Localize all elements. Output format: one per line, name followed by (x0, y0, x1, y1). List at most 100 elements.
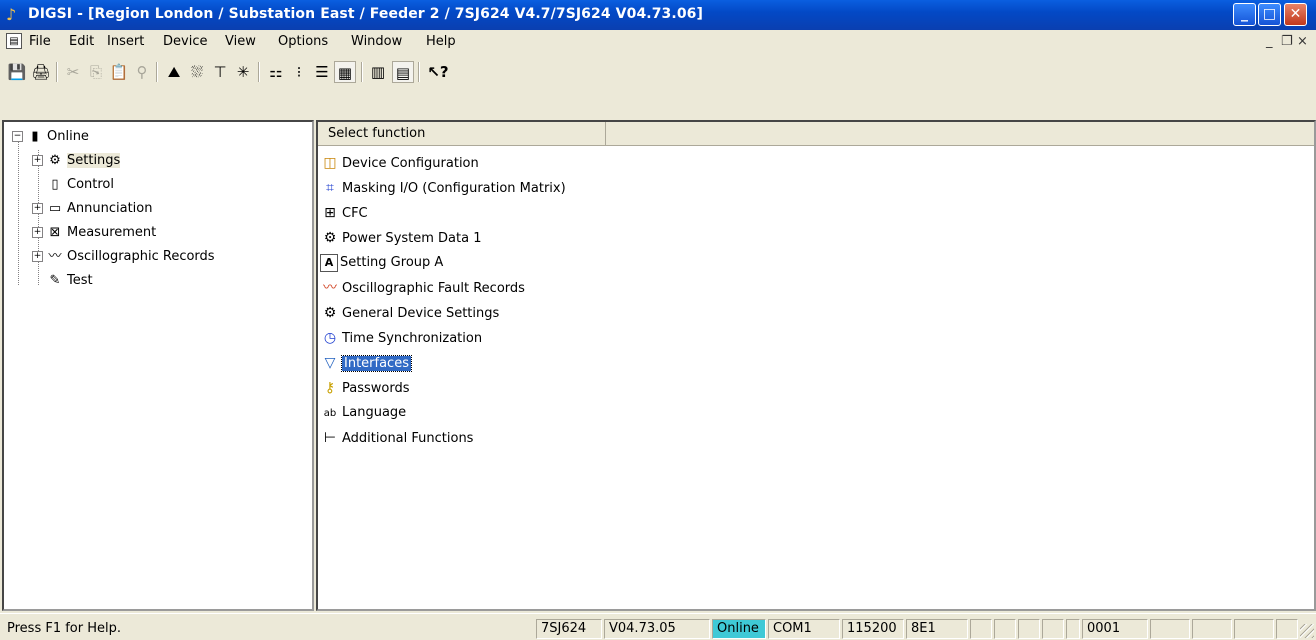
paste-icon[interactable]: 📋 (108, 61, 130, 83)
details-icon[interactable]: ☰ (311, 61, 333, 83)
mdi-minimize-button[interactable]: _ (1266, 34, 1273, 49)
maximize-button[interactable]: □ (1258, 3, 1281, 26)
help-pointer-icon[interactable]: ↖? (424, 61, 452, 83)
list-item-language[interactable]: ab Language (320, 402, 406, 424)
status-online-indicator: Online (712, 619, 766, 639)
list-item-additional-functions[interactable]: ⊢ Additional Functions (320, 427, 474, 449)
list-item-label: Power System Data 1 (342, 231, 482, 246)
document-system-menu-icon[interactable]: ▤ (6, 33, 22, 49)
grid-icon[interactable]: ▦ (334, 61, 356, 83)
menu-insert[interactable]: Insert (107, 34, 144, 49)
oscillograph-icon: 〰 (48, 249, 62, 264)
list-item-oscillographic-fault-records[interactable]: 〰 Oscillographic Fault Records (320, 277, 525, 299)
status-cell (1066, 619, 1080, 639)
list-item-label: Device Configuration (342, 156, 479, 171)
list-item-setting-group-a[interactable]: A Setting Group A (320, 252, 443, 274)
menu-device[interactable]: Device (163, 34, 207, 49)
status-cell (1150, 619, 1190, 639)
transfer-icon[interactable]: ⊤ (209, 61, 231, 83)
control-icon: ▯ (51, 177, 59, 192)
reset-icon[interactable]: ✳ (232, 61, 254, 83)
column-header-select-function[interactable]: Select function (318, 122, 606, 146)
status-cell (1042, 619, 1064, 639)
additional-functions-icon: ⊢ (323, 430, 337, 446)
maximize-icon: □ (1262, 6, 1277, 22)
tree-label-measurement: Measurement (67, 225, 157, 240)
status-cell (1192, 619, 1232, 639)
list-item-time-synchronization[interactable]: ◷ Time Synchronization (320, 327, 482, 349)
device-configuration-icon: ◫ (323, 155, 337, 171)
list-item-label: Additional Functions (342, 431, 474, 446)
expand-icon[interactable]: + (32, 155, 43, 166)
copy-icon[interactable]: ⎘ (85, 61, 107, 83)
menu-options[interactable]: Options (278, 34, 328, 49)
tree-node-oscillographic-records[interactable]: + 〰 Oscillographic Records (32, 248, 215, 266)
digsi-app-icon[interactable]: ♪ (6, 6, 22, 24)
toolbar-separator (361, 62, 363, 82)
list-item-label: Setting Group A (340, 255, 444, 270)
list-item-label: Passwords (342, 381, 410, 396)
list-item-interfaces[interactable]: ▽ Interfaces (320, 352, 412, 374)
key-icon: ⚷ (324, 380, 336, 396)
test-icon: ✎ (49, 273, 61, 288)
list-item-label: General Device Settings (342, 306, 500, 321)
compare-icon[interactable]: ⛆ (186, 61, 208, 83)
list-item-label: Interfaces (341, 355, 412, 372)
close-button[interactable]: ✕ (1284, 3, 1307, 26)
cfc-icon: ⊞ (324, 205, 336, 221)
status-cell (970, 619, 992, 639)
collapse-icon[interactable]: − (12, 131, 23, 142)
menu-help[interactable]: Help (426, 34, 456, 49)
tree-node-control[interactable]: ▯ Control (46, 176, 114, 194)
list-item-label: Language (342, 405, 407, 420)
menu-window[interactable]: Window (351, 34, 402, 49)
status-frame: 8E1 (906, 619, 968, 639)
list-icon[interactable]: ⁝ (288, 61, 310, 83)
status-address: 0001 (1082, 619, 1148, 639)
toolbar: 💾 🖨 ✂ ⎘ 📋 ⚲ ⛰ ⛆ ⊤ ✳ ⚏ ⁝ ☰ ▦ ▥ ▤ ↖? (0, 54, 1316, 120)
mdi-close-button[interactable]: × (1297, 34, 1308, 49)
menu-file[interactable]: File (29, 34, 51, 49)
expand-icon[interactable]: + (32, 227, 43, 238)
tree-node-annunciation[interactable]: + ▭ Annunciation (32, 200, 152, 218)
setting-group-icon: A (320, 254, 338, 272)
status-cell (1276, 619, 1298, 639)
paste-special-icon[interactable]: ⚲ (131, 61, 153, 83)
window-title: DIGSI - [Region London / Substation East… (28, 6, 704, 22)
device-status-icon[interactable]: ⛰ (163, 61, 185, 83)
tree-node-measurement[interactable]: + ⊠ Measurement (32, 224, 156, 242)
annunciation-icon: ▭ (48, 201, 62, 216)
tree-label-oscillographic-records: Oscillographic Records (67, 249, 215, 264)
menu-view[interactable]: View (225, 34, 256, 49)
list-item-masking-io[interactable]: ⌗ Masking I/O (Configuration Matrix) (320, 177, 566, 199)
resize-grip-icon[interactable] (1300, 624, 1314, 638)
tree-node-online[interactable]: − ▮ Online (12, 128, 89, 146)
menu-edit[interactable]: Edit (69, 34, 94, 49)
save-icon[interactable]: 💾 (6, 61, 28, 83)
status-baud: 115200 (842, 619, 904, 639)
list-item-general-device-settings[interactable]: ⚙ General Device Settings (320, 302, 500, 324)
expand-icon[interactable]: + (32, 203, 43, 214)
disconnect-icon[interactable]: ▤ (392, 61, 414, 83)
list-item-device-configuration[interactable]: ◫ Device Configuration (320, 152, 479, 174)
small-icons-icon[interactable]: ⚏ (265, 61, 287, 83)
tree-node-settings[interactable]: + ⚙ Settings (32, 152, 121, 170)
cut-icon[interactable]: ✂ (62, 61, 84, 83)
mdi-restore-button[interactable]: ❐ (1281, 34, 1293, 49)
list-item-passwords[interactable]: ⚷ Passwords (320, 377, 410, 399)
tree-label-control: Control (67, 177, 114, 192)
tree-node-test[interactable]: ✎ Test (46, 272, 93, 290)
status-port: COM1 (768, 619, 840, 639)
list-item-power-system-data[interactable]: ⚙ Power System Data 1 (320, 227, 482, 249)
list-item-label: Time Synchronization (342, 331, 483, 346)
minimize-button[interactable]: _ (1233, 3, 1256, 26)
print-icon[interactable]: 🖨 (30, 61, 52, 83)
tree-label-annunciation: Annunciation (67, 201, 153, 216)
expand-icon[interactable]: + (32, 251, 43, 262)
list-item-label: Oscillographic Fault Records (342, 281, 525, 296)
toolbar-separator (418, 62, 420, 82)
tree-label-settings: Settings (67, 153, 121, 168)
list-item-cfc[interactable]: ⊞ CFC (320, 202, 368, 224)
close-icon: ✕ (1289, 6, 1302, 22)
connect-icon[interactable]: ▥ (367, 61, 389, 83)
